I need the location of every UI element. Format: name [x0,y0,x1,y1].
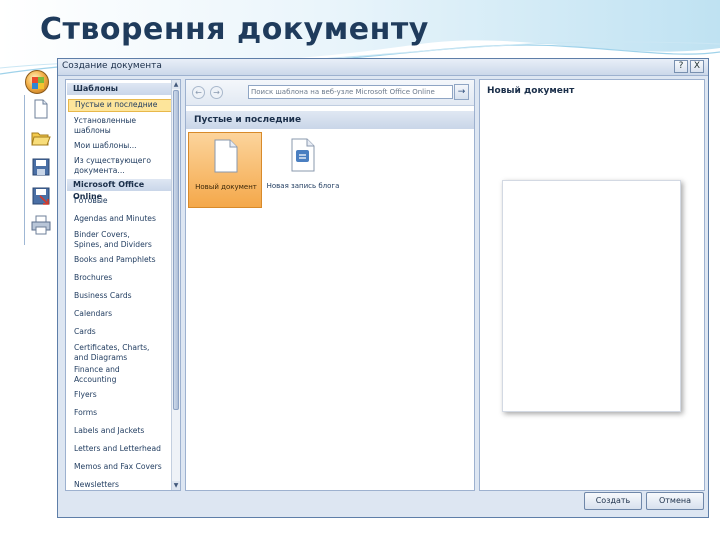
preview-title: Новый документ [487,86,575,96]
scroll-up-icon[interactable]: ▲ [172,80,180,89]
nav-item-forms[interactable]: Forms [68,408,172,418]
nav-item-binder-covers[interactable]: Binder Covers, Spines, and Dividers [68,230,154,249]
nav-scrollbar[interactable]: ▲ ▼ [171,80,180,490]
new-document-icon[interactable] [31,99,51,119]
blank-document-icon [214,139,238,173]
gallery-section-title: Пустые и последние [186,111,474,129]
office-button[interactable] [25,70,49,94]
save-as-icon[interactable] [31,186,51,206]
help-button[interactable]: ? [674,60,688,73]
forward-arrow-icon[interactable]: → [210,86,223,99]
nav-header-templates: Шаблоны [67,83,172,95]
slide-title: Створення документу [40,12,429,47]
new-document-dialog: Создание документа ? X Шаблоны Пустые и … [57,58,709,518]
nav-item-my-templates[interactable]: Мои шаблоны... [68,141,172,151]
print-icon[interactable] [31,215,51,235]
nav-item-featured[interactable]: Готовые [68,196,172,206]
nav-item-flyers[interactable]: Flyers [68,390,172,400]
blog-post-icon [291,138,315,172]
dialog-titlebar[interactable]: Создание документа ? X [58,59,708,76]
nav-item-newsletters[interactable]: Newsletters [68,480,172,490]
template-search-input[interactable]: Поиск шаблона на веб-узле Microsoft Offi… [248,85,453,99]
nav-item-cards[interactable]: Cards [68,327,172,337]
nav-item-calendars[interactable]: Calendars [68,309,172,319]
template-nav-pane: Шаблоны Пустые и последние Установленные… [65,79,181,491]
create-button[interactable]: Создать [584,492,642,510]
tile-new-document[interactable]: Новый документ [188,132,262,208]
nav-item-from-existing[interactable]: Из существующего документа... [68,156,156,175]
preview-pane: Новый документ [479,79,705,491]
office-menu-strip [24,95,58,245]
office-logo-icon-part [38,83,44,89]
tile-new-document-label: Новый документ [195,183,257,191]
nav-item-certificates[interactable]: Certificates, Charts, and Diagrams [68,343,154,362]
nav-item-memos[interactable]: Memos and Fax Covers [68,462,172,472]
tile-new-blog-post-label: Новая запись блога [266,182,340,190]
document-preview [502,180,681,412]
nav-item-letters[interactable]: Letters and Letterhead [68,444,172,454]
back-arrow-icon[interactable]: ← [192,86,205,99]
nav-item-books[interactable]: Books and Pamphlets [68,255,172,265]
nav-item-finance[interactable]: Finance and Accounting [68,365,142,384]
nav-item-blank-recent[interactable]: Пустые и последние [68,99,172,112]
cancel-button[interactable]: Отмена [646,492,704,510]
nav-item-business-cards[interactable]: Business Cards [68,291,172,301]
close-button[interactable]: X [690,60,704,73]
tile-new-blog-post[interactable]: Новая запись блога [266,132,340,208]
open-folder-icon[interactable] [31,128,51,148]
save-icon[interactable] [31,157,51,177]
nav-item-labels[interactable]: Labels and Jackets [68,426,172,436]
search-go-button[interactable]: → [454,84,469,100]
template-gallery-pane: ← → Поиск шаблона на веб-узле Microsoft … [185,79,475,491]
scroll-down-icon[interactable]: ▼ [172,481,180,490]
gallery-toolbar: ← → Поиск шаблона на веб-узле Microsoft … [186,80,474,106]
nav-item-agendas[interactable]: Agendas and Minutes [68,214,172,224]
nav-header-office-online: Microsoft Office Online [67,179,172,201]
scroll-thumb[interactable] [173,90,179,410]
nav-item-brochures[interactable]: Brochures [68,273,172,283]
nav-item-installed[interactable]: Установленные шаблоны [68,116,148,135]
dialog-title: Создание документа [62,61,162,71]
